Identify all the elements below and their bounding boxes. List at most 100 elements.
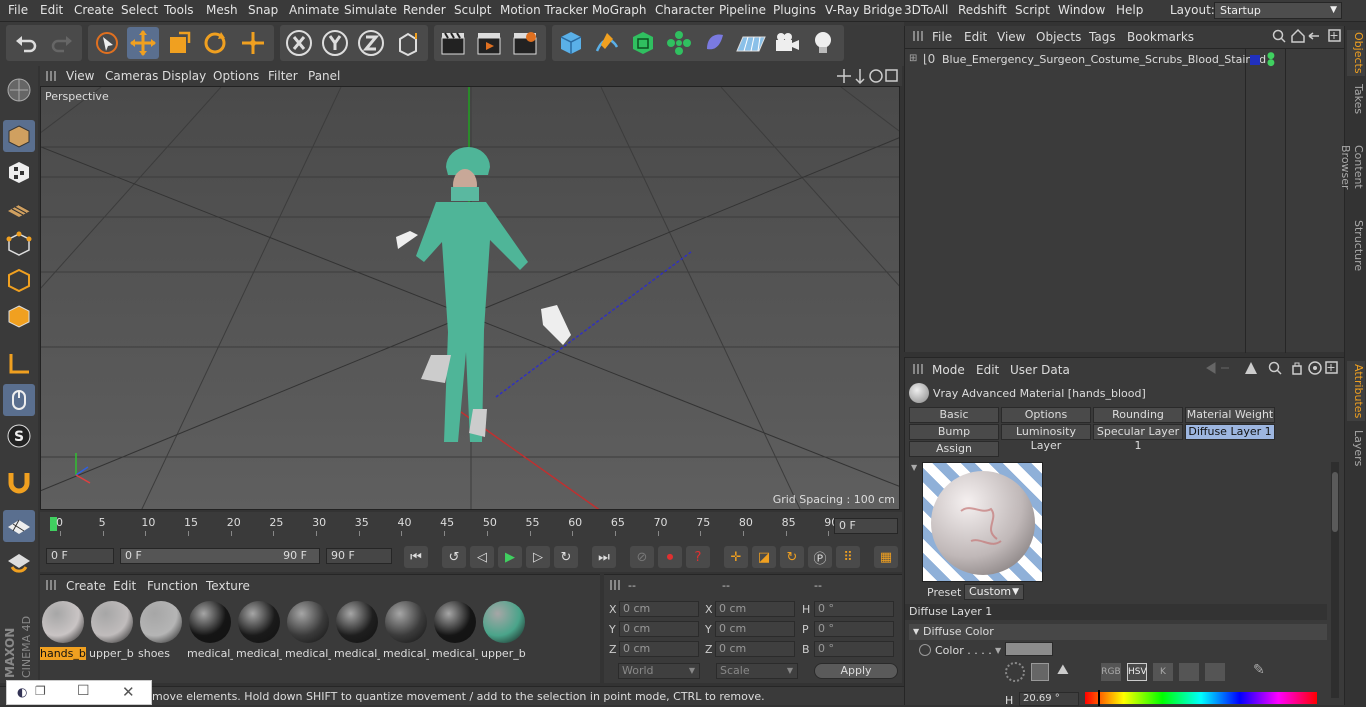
range-slider[interactable]: 0 F 90 F [120,548,320,564]
menu-sculpt[interactable]: Sculpt [454,3,491,17]
material-menu-create[interactable]: Create [66,579,106,593]
material-swatch[interactable]: hands_b [40,599,86,661]
tab-diffuse-layer-1[interactable]: Diffuse Layer 1 [1185,424,1275,440]
current-frame-field[interactable]: 0 F [834,518,898,534]
render-picture-viewer-button[interactable] [473,27,505,59]
mixer-icon[interactable] [1179,663,1199,681]
app-restore-icon[interactable]: ◐ [17,685,27,699]
expand-icon[interactable]: ⊞ [909,53,917,64]
menu-create[interactable]: Create [74,3,114,17]
collapse-arrow-icon[interactable]: ▼ [911,463,917,472]
layout-select[interactable]: Startup ▼ [1214,2,1342,19]
rotate-tool-button[interactable] [199,27,231,59]
menu-plugins[interactable]: Plugins [773,3,816,17]
drag-handle-icon[interactable] [46,580,56,590]
size-y-field[interactable]: 0 cm [715,621,795,637]
timeline-ruler[interactable]: 0 5 10 15 20 25 30 35 40 45 50 55 60 65 70 75 80 85 90 0 F [40,512,902,542]
menu-animate[interactable]: Animate [289,3,339,17]
solo-button[interactable]: S [3,420,35,452]
timeline-track[interactable]: 0 5 10 15 20 25 30 35 40 45 50 55 60 65 70 75 80 85 90 [50,515,838,536]
menu-3dtoall[interactable]: 3DToAll [904,3,948,17]
go-to-end-button[interactable]: ⏭ [592,546,616,568]
kelvin-button[interactable]: K [1153,663,1173,681]
viewport-menu-view[interactable]: View [66,69,94,83]
image-icon[interactable]: ⛰ [1057,662,1069,678]
undo-button[interactable] [10,27,42,59]
viewport-menu-display[interactable]: Display [162,69,206,83]
drag-handle-icon[interactable] [46,71,56,81]
menu-vray-bridge[interactable]: V-Ray Bridge [825,3,902,17]
menu-motion-tracker[interactable]: Motion Tracker [500,3,588,17]
viewport-menu-cameras[interactable]: Cameras [105,69,158,83]
live-selection-button[interactable] [91,27,123,59]
drag-handle-icon[interactable] [913,364,923,374]
object-menu-objects[interactable]: Objects [1036,30,1081,44]
chevron-down-icon[interactable]: ▼ [995,646,1001,655]
keyframe-selection-button[interactable]: ? [686,546,710,568]
transform-tool-button[interactable] [237,27,269,59]
material-menu-texture[interactable]: Texture [206,579,250,593]
menu-window[interactable]: Window [1058,3,1105,17]
material-swatch[interactable]: medical_ [236,599,282,661]
preset-select[interactable]: Custom ▼ [964,584,1024,600]
key-position-button[interactable]: ✛ [724,546,748,568]
tab-assign[interactable]: Assign [909,441,999,457]
material-swatch[interactable]: medical_ [334,599,380,661]
polygons-mode-button[interactable] [3,300,35,332]
menu-file[interactable]: File [8,3,28,17]
material-menu-edit[interactable]: Edit [113,579,136,593]
go-to-start-button[interactable]: ⏮ [404,546,428,568]
viewport-menu-filter[interactable]: Filter [268,69,298,83]
hsv-button[interactable]: HSV [1127,663,1147,681]
end-frame-field[interactable]: 90 F [326,548,392,564]
tweak-mode-button[interactable] [3,384,35,416]
camera-button[interactable] [771,27,803,59]
viewport-navigation-icons[interactable] [836,68,898,84]
attribute-menu-user-data[interactable]: User Data [1010,363,1070,377]
tab-specular-layer-1[interactable]: Specular Layer 1 [1093,424,1183,452]
tab-bump[interactable]: Bump [909,424,999,440]
pos-z-field[interactable]: 0 cm [619,641,699,657]
menu-edit[interactable]: Edit [40,3,63,17]
rgb-button[interactable]: RGB [1101,663,1121,681]
object-menu-bookmarks[interactable]: Bookmarks [1127,30,1194,44]
quantize-button[interactable] [3,546,35,578]
next-key-button[interactable]: ↻ [554,546,578,568]
dock-tab-structure[interactable]: Structure [1347,220,1365,272]
menu-character[interactable]: Character [655,3,714,17]
viewport-menu-panel[interactable]: Panel [308,69,340,83]
object-menu-tags[interactable]: Tags [1089,30,1116,44]
object-manager-icons[interactable] [1271,28,1343,44]
menu-mesh[interactable]: Mesh [206,3,238,17]
rot-p-field[interactable]: 0 ° [814,621,894,637]
object-menu-file[interactable]: File [932,30,952,44]
drag-handle-icon[interactable] [610,580,620,590]
make-editable-button[interactable] [3,74,35,106]
z-axis-button[interactable] [355,27,387,59]
key-scale-button[interactable]: ◪ [752,546,776,568]
points-mode-button[interactable] [3,228,35,260]
cube-button[interactable] [555,27,587,59]
tab-rounding[interactable]: Rounding [1093,407,1183,423]
viewport-menu-options[interactable]: Options [213,69,259,83]
attribute-menu-edit[interactable]: Edit [976,363,999,377]
scrollbar-thumb[interactable] [1332,472,1338,532]
object-row[interactable]: ⊞ ⌊0 Blue_Emergency_Surgeon_Costume_Scru… [905,51,1345,69]
menu-pipeline[interactable]: Pipeline [719,3,766,17]
menu-script[interactable]: Script [1015,3,1050,17]
autokey-button[interactable]: ⏺ [658,546,682,568]
menu-redshift[interactable]: Redshift [958,3,1007,17]
restore-icon[interactable]: ❐ [35,684,46,698]
dock-tab-attributes[interactable]: Attributes [1347,361,1365,421]
material-swatch[interactable]: medical_ [432,599,478,661]
world-select[interactable]: World ▼ [618,663,700,679]
scale-select[interactable]: Scale ▼ [716,663,798,679]
hue-slider[interactable] [1085,690,1317,706]
previous-key-button[interactable]: ↺ [442,546,466,568]
animate-radio[interactable] [919,644,931,656]
material-swatch[interactable]: medical_ [187,599,233,661]
object-menu-edit[interactable]: Edit [964,30,987,44]
tab-luminosity-layer[interactable]: Luminosity Layer [1001,424,1091,452]
dock-tab-takes[interactable]: Takes [1347,82,1365,116]
snap-button[interactable] [3,466,35,498]
